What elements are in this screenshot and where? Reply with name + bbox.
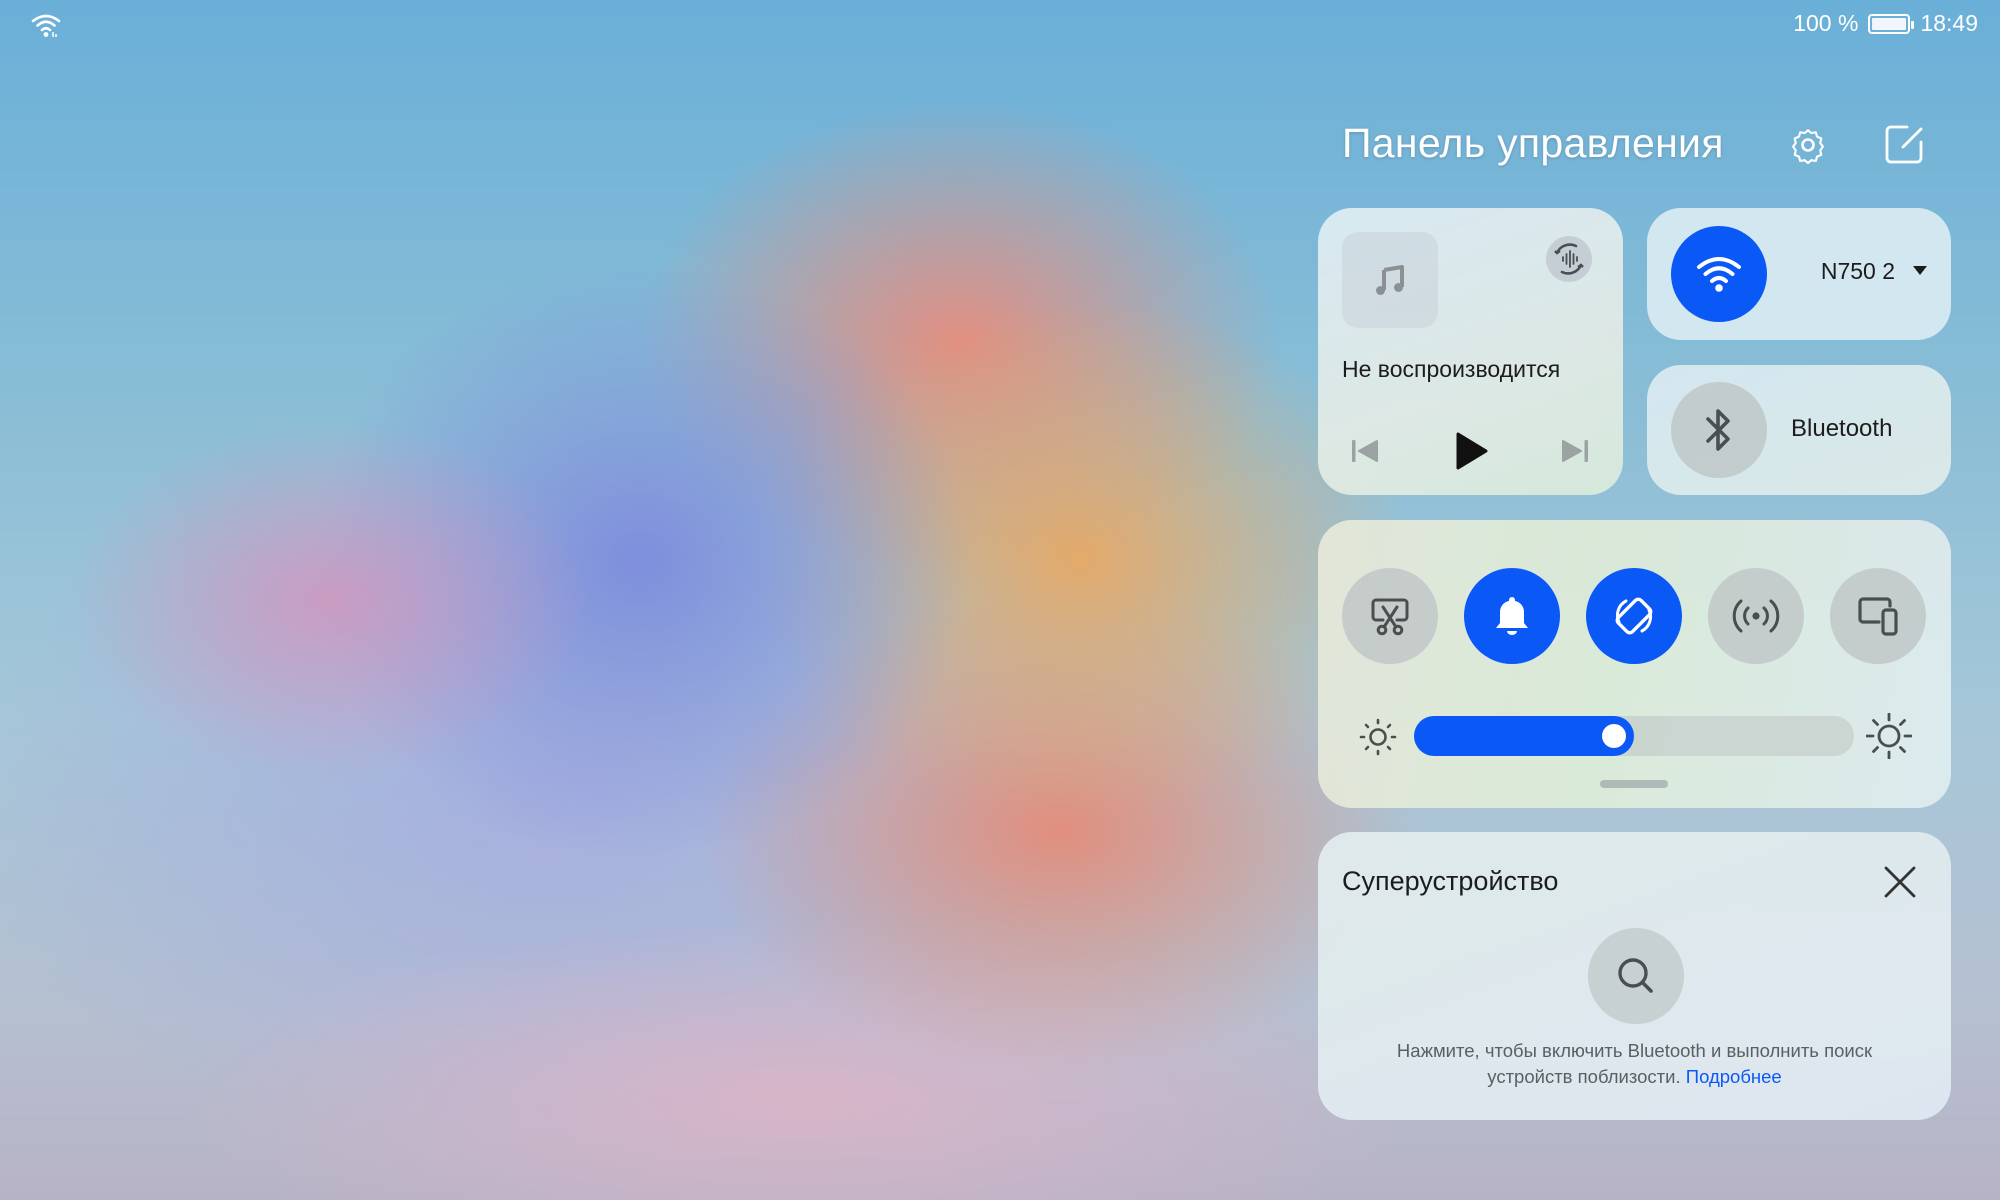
media-controls <box>1318 426 1623 476</box>
superdevice-close-button[interactable] <box>1878 860 1922 904</box>
sun-small-icon <box>1359 718 1397 756</box>
album-art <box>1342 232 1438 328</box>
sound-toggle[interactable] <box>1464 568 1560 664</box>
bluetooth-icon <box>1706 409 1730 451</box>
brightness-thumb[interactable] <box>1602 724 1626 748</box>
learn-more-link[interactable]: Подробнее <box>1686 1066 1782 1087</box>
next-track-button[interactable] <box>1550 426 1600 476</box>
bluetooth-card[interactable]: Bluetooth <box>1647 365 1951 495</box>
brightness-slider[interactable] <box>1414 716 1854 756</box>
battery-icon <box>1868 13 1915 34</box>
superdevice-hint: Нажмите, чтобы включить Bluetooth и выпо… <box>1358 1038 1911 1090</box>
brightness-fill <box>1414 716 1634 756</box>
auto-rotate-toggle[interactable] <box>1586 568 1682 664</box>
rotate-icon <box>1615 597 1653 635</box>
scissors-screenshot-icon <box>1371 598 1409 636</box>
play-icon <box>1456 432 1488 470</box>
multi-screen-toggle[interactable] <box>1830 568 1926 664</box>
bell-icon <box>1496 597 1528 635</box>
quick-toggles-card <box>1318 520 1951 808</box>
superdevice-search-button[interactable] <box>1588 928 1684 1024</box>
expand-handle[interactable] <box>1600 780 1668 788</box>
superdevice-title: Суперустройство <box>1342 866 1559 896</box>
edit-icon <box>1885 125 1923 164</box>
edit-button[interactable] <box>1879 120 1929 170</box>
bluetooth-toggle[interactable] <box>1671 382 1767 478</box>
music-note-icon <box>1376 265 1404 295</box>
hotspot-toggle[interactable] <box>1708 568 1804 664</box>
hotspot-icon <box>1732 599 1780 633</box>
next-icon <box>1562 440 1588 462</box>
screenshot-toggle[interactable] <box>1342 568 1438 664</box>
settings-button[interactable] <box>1783 120 1833 170</box>
previous-icon <box>1352 440 1378 462</box>
wifi-network-name[interactable]: N750 2 <box>1821 258 1895 285</box>
sun-large-icon <box>1866 713 1912 759</box>
search-icon <box>1618 958 1653 993</box>
media-card[interactable]: Не воспроизводится <box>1318 208 1623 495</box>
battery-percent: 100 % <box>1793 10 1859 36</box>
wifi-dropdown-icon[interactable] <box>1913 266 1927 275</box>
wifi-icon <box>1697 257 1741 292</box>
multi-device-icon <box>1858 597 1898 636</box>
previous-track-button[interactable] <box>1340 426 1390 476</box>
now-playing-status: Не воспроизводится <box>1342 356 1561 382</box>
wifi-card[interactable]: N750 2 <box>1647 208 1951 340</box>
audio-output-button[interactable] <box>1546 236 1592 282</box>
superdevice-hint-text: Нажмите, чтобы включить Bluetooth и выпо… <box>1396 1040 1873 1087</box>
play-button[interactable] <box>1446 426 1496 476</box>
close-icon <box>1884 866 1916 898</box>
status-bar: 100 % 18:49 <box>0 0 2000 50</box>
clock: 18:49 <box>1920 10 1978 36</box>
page-title: Панель управления <box>1342 120 1724 166</box>
superdevice-card: Суперустройство Нажмите, чтобы включить … <box>1318 832 1951 1120</box>
wifi-toggle[interactable] <box>1671 226 1767 322</box>
gear-icon <box>1792 129 1824 165</box>
bluetooth-label: Bluetooth <box>1791 415 1893 442</box>
audio-output-icon <box>1554 243 1584 275</box>
wifi-status-icon <box>31 14 61 37</box>
